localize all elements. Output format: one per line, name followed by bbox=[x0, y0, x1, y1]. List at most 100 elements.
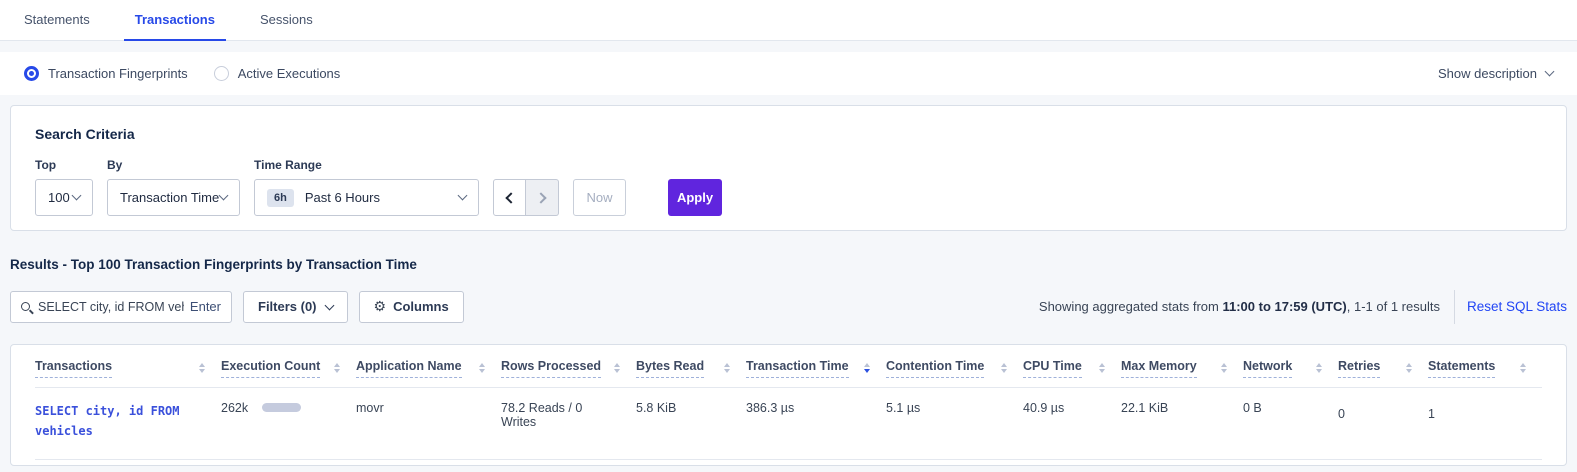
stats-prefix: Showing aggregated stats from bbox=[1039, 299, 1223, 314]
column-header-transactions[interactable]: Transactions bbox=[35, 359, 221, 378]
sort-icon[interactable] bbox=[864, 363, 870, 374]
aggregated-stats-text: Showing aggregated stats from 11:00 to 1… bbox=[1039, 299, 1440, 314]
transactions-table: Transactions Execution Count Application… bbox=[10, 344, 1567, 466]
stats-suffix: , 1-1 of 1 results bbox=[1347, 299, 1440, 314]
chevron-down-icon bbox=[219, 191, 229, 201]
sort-icon[interactable] bbox=[614, 363, 620, 374]
filters-label: Filters (0) bbox=[258, 299, 317, 314]
top-label: Top bbox=[35, 158, 93, 172]
column-header-transaction-time[interactable]: Transaction Time bbox=[746, 359, 886, 378]
time-back-button[interactable] bbox=[493, 179, 526, 216]
execution-count-bar bbox=[262, 403, 340, 413]
time-range-field: Time Range 6h Past 6 Hours bbox=[254, 158, 479, 216]
max-memory-cell: 22.1 KiB bbox=[1121, 401, 1243, 422]
show-description-label: Show description bbox=[1438, 66, 1537, 81]
column-header-cpu-time[interactable]: CPU Time bbox=[1023, 359, 1121, 378]
max-memory-value: 22.1 KiB bbox=[1121, 401, 1227, 415]
transaction-time-cell: 386.3 µs bbox=[746, 401, 886, 422]
stats-range: 11:00 to 17:59 (UTC) bbox=[1222, 299, 1346, 314]
by-label: By bbox=[107, 158, 240, 172]
transaction-fingerprint-link[interactable]: SELECT city, id FROM vehicles bbox=[35, 401, 195, 441]
sort-icon[interactable] bbox=[334, 363, 340, 374]
sort-icon[interactable] bbox=[1520, 363, 1526, 374]
search-box[interactable]: Enter bbox=[10, 291, 232, 323]
time-forward-button[interactable] bbox=[526, 179, 559, 216]
results-controls: Enter Filters (0) ⚙ Columns Showing aggr… bbox=[10, 290, 1567, 323]
contention-time-cell: 5.1 µs bbox=[886, 401, 1023, 422]
row-divider bbox=[35, 459, 1542, 460]
sort-icon[interactable] bbox=[1001, 363, 1007, 374]
results-title: Results - Top 100 Transaction Fingerprin… bbox=[10, 257, 1577, 272]
column-header-bytes-read[interactable]: Bytes Read bbox=[636, 359, 746, 378]
columns-label: Columns bbox=[393, 299, 449, 314]
page-tabs: Statements Transactions Sessions bbox=[0, 0, 1577, 41]
radio-active-executions[interactable]: Active Executions bbox=[214, 66, 341, 81]
time-range-value: Past 6 Hours bbox=[305, 190, 380, 205]
column-header-rows-processed[interactable]: Rows Processed bbox=[501, 359, 636, 378]
search-criteria-fields: Top 100 By Transaction Time Time Range 6… bbox=[35, 158, 1542, 216]
show-description-toggle[interactable]: Show description bbox=[1438, 66, 1553, 81]
chevron-down-icon bbox=[72, 191, 82, 201]
statements-cell: 1 bbox=[1428, 407, 1542, 421]
rows-processed-cell: 78.2 Reads / 0 Writes bbox=[501, 401, 636, 429]
column-header-execution-count[interactable]: Execution Count bbox=[221, 359, 356, 378]
by-select[interactable]: Transaction Time bbox=[107, 179, 240, 216]
filters-button[interactable]: Filters (0) bbox=[243, 291, 348, 323]
sort-icon[interactable] bbox=[199, 363, 205, 374]
tab-statements[interactable]: Statements bbox=[24, 0, 90, 40]
sort-icon[interactable] bbox=[1316, 363, 1322, 374]
column-header-network[interactable]: Network bbox=[1243, 359, 1338, 378]
column-header-max-memory[interactable]: Max Memory bbox=[1121, 359, 1243, 378]
radio-unselected-icon bbox=[214, 66, 229, 81]
application-name-cell: movr bbox=[356, 401, 501, 415]
transaction-time-value: 386.3 µs bbox=[746, 401, 870, 415]
arrow-left-icon bbox=[505, 192, 516, 203]
by-value: Transaction Time bbox=[120, 190, 219, 205]
view-toggle-bar: Transaction Fingerprints Active Executio… bbox=[0, 52, 1577, 95]
retries-cell: 0 bbox=[1338, 407, 1428, 421]
top-select[interactable]: 100 bbox=[35, 179, 93, 216]
radio-transaction-fingerprints[interactable]: Transaction Fingerprints bbox=[24, 66, 188, 81]
arrow-right-icon bbox=[535, 192, 546, 203]
time-range-label: Time Range bbox=[254, 158, 479, 172]
execution-count-cell: 262k bbox=[221, 401, 356, 415]
reset-sql-stats-link[interactable]: Reset SQL Stats bbox=[1467, 299, 1567, 314]
cpu-time-value: 40.9 µs bbox=[1023, 401, 1105, 415]
sort-icon[interactable] bbox=[1099, 363, 1105, 374]
columns-button[interactable]: ⚙ Columns bbox=[359, 291, 464, 323]
bytes-read-value: 5.8 KiB bbox=[636, 401, 730, 415]
execution-count-value: 262k bbox=[221, 401, 248, 415]
radio-selected-icon bbox=[24, 66, 39, 81]
time-shift-arrows bbox=[493, 179, 559, 216]
gear-icon: ⚙ bbox=[374, 298, 387, 315]
sort-icon[interactable] bbox=[1406, 363, 1412, 374]
network-cell: 0 B bbox=[1243, 401, 1338, 415]
apply-button[interactable]: Apply bbox=[668, 179, 722, 216]
tab-transactions[interactable]: Transactions bbox=[135, 0, 215, 40]
search-criteria-card: Search Criteria Top 100 By Transaction T… bbox=[10, 105, 1567, 231]
stats-divider bbox=[1454, 290, 1455, 324]
chevron-down-icon bbox=[324, 300, 334, 310]
now-button[interactable]: Now bbox=[573, 179, 626, 216]
time-range-select[interactable]: 6h Past 6 Hours bbox=[254, 179, 479, 216]
top-field: Top 100 bbox=[35, 158, 93, 216]
top-value: 100 bbox=[48, 190, 70, 205]
by-field: By Transaction Time bbox=[107, 158, 240, 216]
sort-icon[interactable] bbox=[479, 363, 485, 374]
chevron-down-icon bbox=[458, 191, 468, 201]
radio-label: Active Executions bbox=[238, 66, 341, 81]
column-header-application-name[interactable]: Application Name bbox=[356, 359, 501, 378]
table-row: SELECT city, id FROM vehicles 262k movr … bbox=[11, 388, 1566, 459]
tab-sessions[interactable]: Sessions bbox=[260, 0, 313, 40]
search-criteria-title: Search Criteria bbox=[35, 126, 1542, 142]
sort-icon[interactable] bbox=[724, 363, 730, 374]
chevron-down-icon bbox=[1545, 67, 1555, 77]
search-input[interactable] bbox=[38, 300, 184, 314]
column-header-statements[interactable]: Statements bbox=[1428, 359, 1542, 378]
table-header-row: Transactions Execution Count Application… bbox=[11, 345, 1566, 387]
contention-time-value: 5.1 µs bbox=[886, 401, 1007, 415]
column-header-retries[interactable]: Retries bbox=[1338, 359, 1428, 378]
sort-icon[interactable] bbox=[1221, 363, 1227, 374]
column-header-contention-time[interactable]: Contention Time bbox=[886, 359, 1023, 378]
search-enter-hint[interactable]: Enter bbox=[190, 299, 221, 314]
